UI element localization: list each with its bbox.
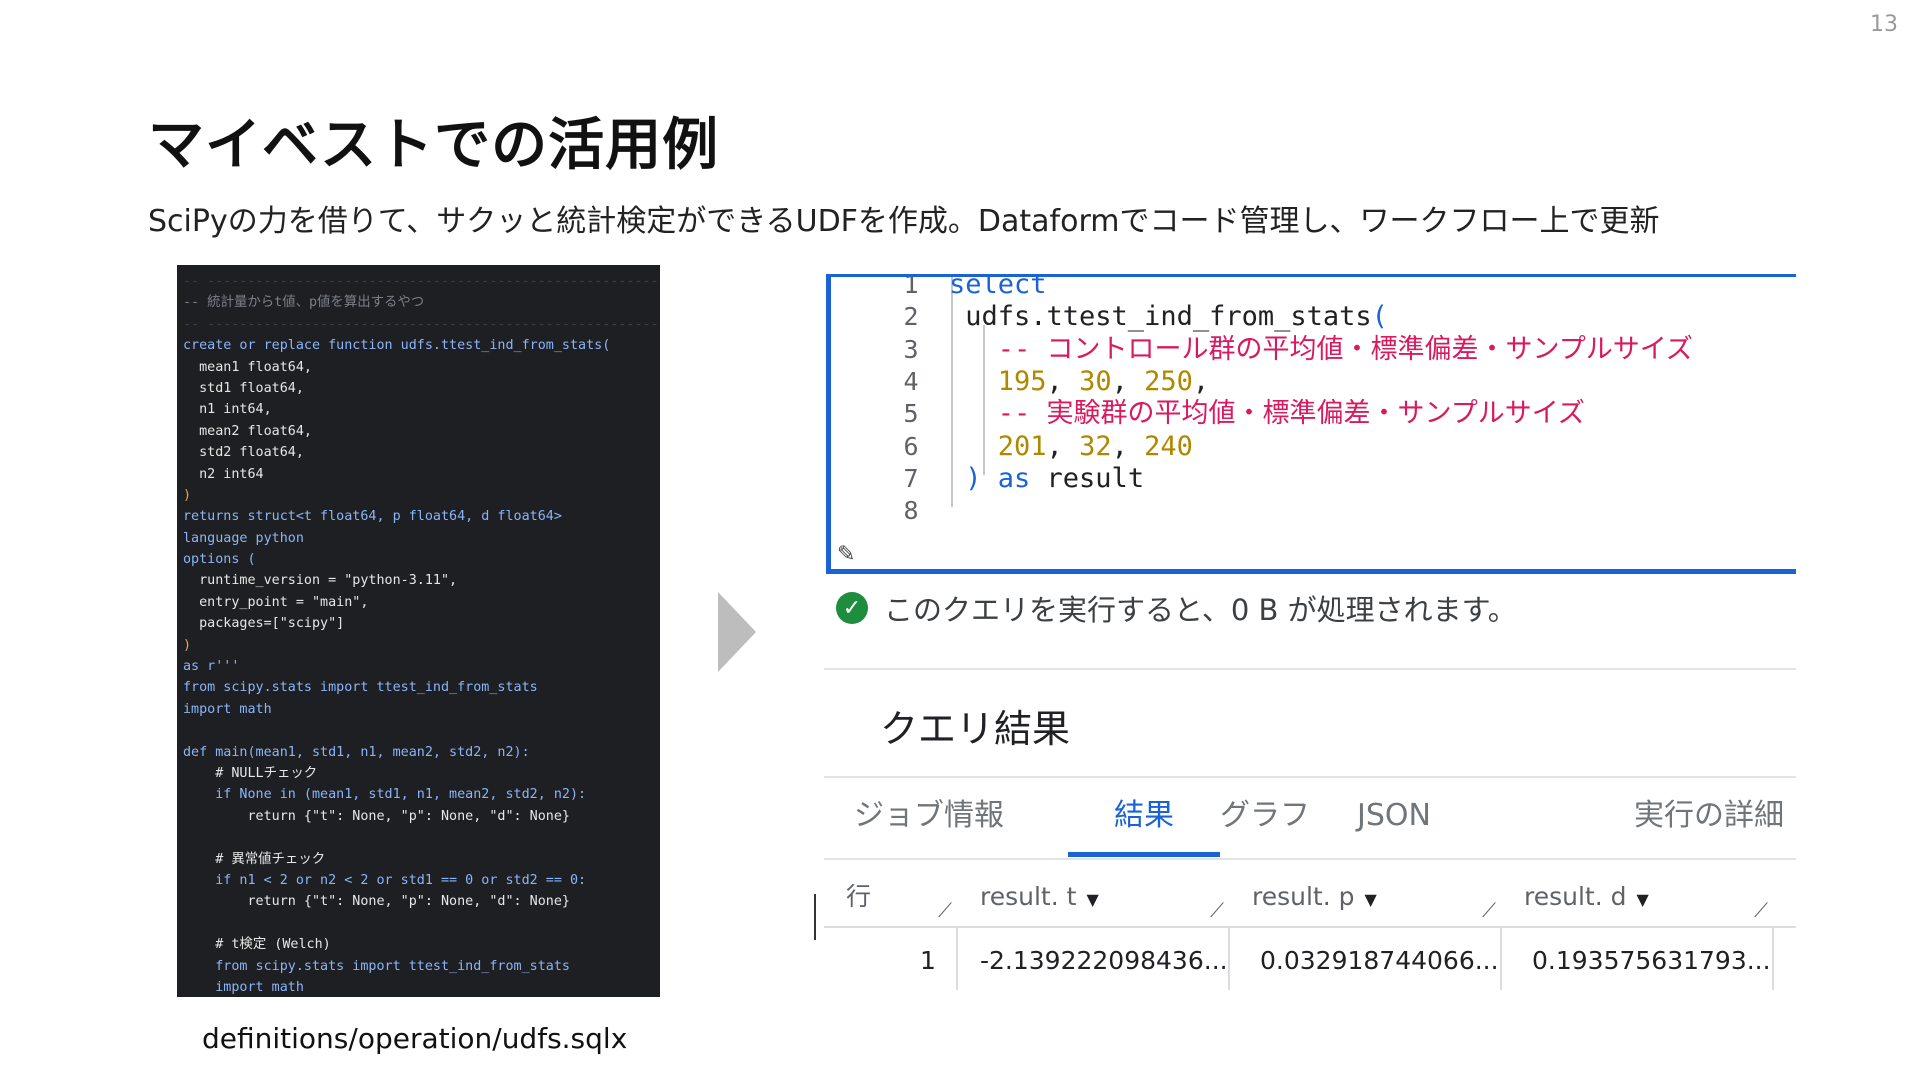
code-line: ): [183, 487, 192, 503]
table-cell-result-p[interactable]: 0.032918744066...: [1260, 936, 1499, 986]
code-token: -- コントロール群の平均値・標準偏差・サンプルサイズ: [949, 333, 1693, 365]
bigquery-console: ✎ 1 select 2 udfs.ttest_ind_from_stats(3 -…: [824, 270, 1796, 990]
validator-message: このクエリを実行すると、0 B が処理されます。: [884, 593, 1517, 627]
code-token: select: [949, 274, 1047, 300]
code-line: -- 統計量からt値、p値を算出するやつ: [183, 295, 425, 311]
query-validator: ✓ このクエリを実行すると、0 B が処理されます。: [836, 588, 1517, 628]
divider: [824, 858, 1796, 860]
code-line: -- -------------------------------------…: [183, 316, 660, 332]
code-line: if None in (mean1, std1, n1, mean2, std2…: [183, 787, 587, 803]
caret-down-icon[interactable]: ▼: [1365, 890, 1377, 909]
code-line: def main(mean1, std1, n1, mean2, std2, n…: [183, 744, 530, 760]
code-token: 32: [1079, 430, 1112, 462]
editor-line: 8: [831, 491, 1796, 531]
code-token: ,: [1046, 365, 1080, 397]
code-line: create or replace function udfs.ttest_in…: [183, 338, 611, 354]
code-token: (: [1371, 301, 1388, 333]
column-divider: [1772, 926, 1774, 990]
code-token: -- 実験群の平均値・標準偏差・サンプルサイズ: [949, 398, 1585, 430]
code-line: mean2 float64,: [183, 423, 312, 439]
code-token: ,: [1111, 365, 1145, 397]
tab-execution-details[interactable]: 実行の詳細: [1624, 788, 1794, 844]
code-line: n2 int64: [183, 466, 264, 482]
column-resize-icon[interactable]: ⟋: [1210, 898, 1224, 922]
code-token: 250: [1144, 365, 1193, 397]
code-line: # t検定 (Welch): [183, 937, 331, 953]
code-token: 195: [949, 365, 1047, 397]
code-line: entry_point = "main",: [183, 594, 369, 610]
column-resize-icon[interactable]: ⟋: [1482, 898, 1496, 922]
code-line: -- -------------------------------------…: [183, 274, 660, 289]
page-number: 13: [1870, 12, 1898, 37]
code-token: 201: [949, 430, 1047, 462]
code-line: # 異常値チェック: [183, 851, 326, 867]
column-header-result-t[interactable]: result. t ▼: [980, 870, 1099, 924]
code-line: # NULLチェック: [183, 765, 318, 781]
code-line: std2 float64,: [183, 445, 304, 461]
code-token: ,: [1192, 365, 1210, 397]
code-line: from scipy.stats import ttest_ind_from_s…: [183, 958, 570, 974]
magic-wand-icon[interactable]: ✎: [837, 542, 855, 567]
code-editor-screenshot: -- -------------------------------------…: [177, 265, 660, 997]
tab-json[interactable]: JSON: [1324, 788, 1464, 844]
code-line: n1 int64,: [183, 402, 272, 418]
slide-title: マイベストでの活用例: [148, 113, 720, 178]
code-token: 240: [1144, 430, 1193, 462]
code-line: options (: [183, 552, 256, 568]
code-line: return {"t": None, "p": None, "d": None}: [183, 808, 570, 824]
caret-down-icon[interactable]: ▼: [1086, 890, 1098, 909]
code-line: returns struct<t float64, p float64, d f…: [183, 509, 562, 525]
panel-resize-handle[interactable]: [814, 894, 816, 940]
code-line: as r''': [183, 659, 240, 675]
column-divider: [1500, 926, 1502, 990]
code-line: return {"t": None, "p": None, "d": None}: [183, 894, 570, 910]
code-token: ) as: [949, 462, 1031, 494]
code-line: if n1 < 2 or n2 < 2 or std1 == 0 or std2…: [183, 872, 587, 888]
code-line: ): [183, 637, 192, 653]
code-token: ,: [1111, 430, 1145, 462]
code-line: import math: [183, 979, 304, 995]
code-token: ,: [1046, 430, 1080, 462]
code-token: udfs.ttest_ind_from_stats: [949, 301, 1372, 333]
code-line: from scipy.stats import ttest_ind_from_s…: [183, 680, 538, 696]
divider: [824, 926, 1796, 928]
code-line: import math: [183, 701, 272, 717]
table-cell-result-t[interactable]: -2.139222098436...: [980, 936, 1228, 986]
column-header-result-d[interactable]: result. d ▼: [1524, 870, 1649, 924]
code-file-path: definitions/operation/udfs.sqlx: [202, 1022, 628, 1055]
column-divider: [1228, 926, 1230, 990]
code-token: 30: [1079, 365, 1112, 397]
sql-editor[interactable]: ✎ 1 select 2 udfs.ttest_ind_from_stats(3 -…: [826, 274, 1796, 574]
divider: [824, 668, 1796, 670]
code-line: std1 float64,: [183, 380, 304, 396]
column-divider: [956, 926, 958, 990]
line-number: 8: [903, 496, 919, 526]
slide-subtitle: SciPyの力を借りて、サクッと統計検定ができるUDFを作成。Dataformで…: [148, 204, 1660, 239]
results-title: クエリ結果: [880, 707, 1071, 751]
tab-job-info[interactable]: ジョブ情報: [854, 788, 1004, 844]
divider: [824, 776, 1796, 778]
table-cell-result-d[interactable]: 0.193575631793...: [1532, 936, 1771, 986]
table-cell-row-number: 1: [920, 946, 936, 975]
code-line: runtime_version = "python-3.11",: [183, 573, 458, 589]
code-line: language python: [183, 530, 304, 546]
arrow-right-icon: [718, 592, 756, 672]
code-line: mean1 float64,: [183, 359, 312, 375]
column-header-row: 行: [846, 882, 872, 911]
code-token: result: [1030, 462, 1145, 494]
check-circle-icon: ✓: [836, 592, 868, 624]
code-line: packages=["scipy"]: [183, 616, 345, 632]
column-header-result-p[interactable]: result. p ▼: [1252, 870, 1377, 924]
caret-down-icon[interactable]: ▼: [1637, 890, 1649, 909]
column-resize-icon[interactable]: ⟋: [938, 898, 952, 922]
column-resize-icon[interactable]: ⟋: [1754, 898, 1768, 922]
active-tab-indicator: [1068, 852, 1220, 857]
